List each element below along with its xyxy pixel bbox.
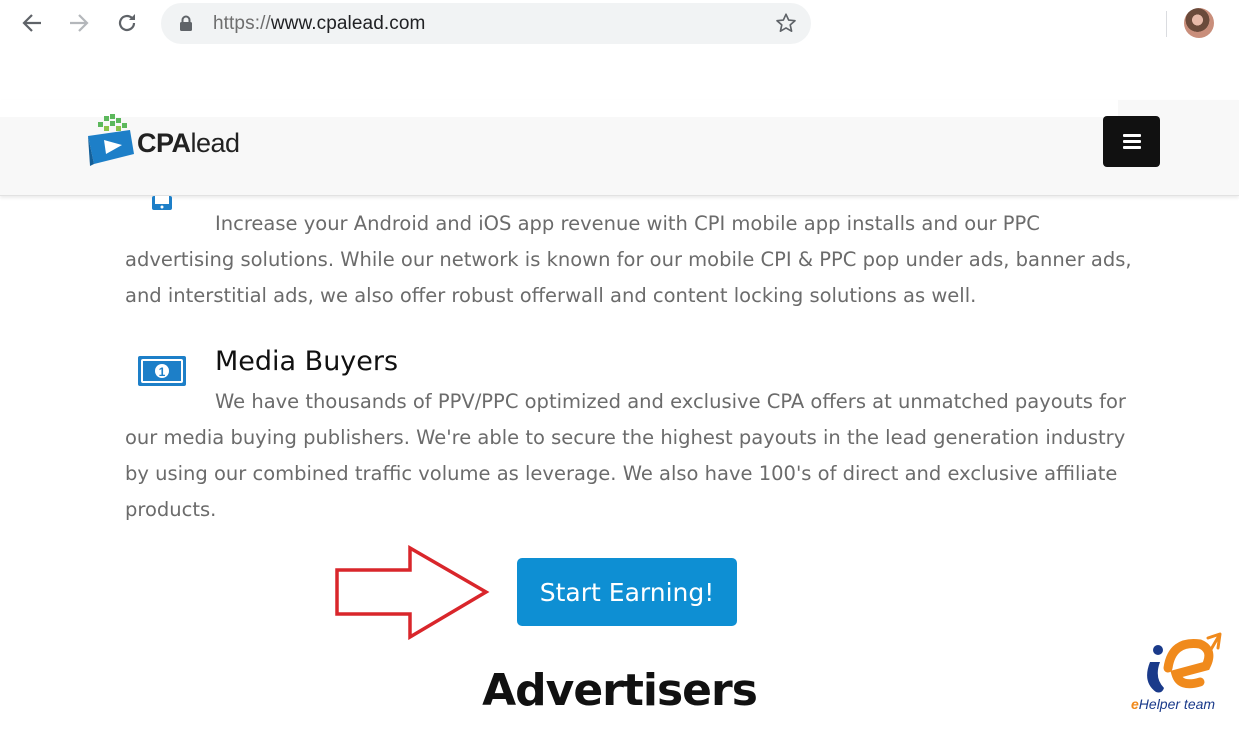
advertisers-heading: Advertisers	[482, 665, 758, 716]
start-earning-button[interactable]: Start Earning!	[517, 558, 737, 626]
money-bill-icon: 1	[138, 356, 186, 386]
media-buyers-description: We have thousands of PPV/PPC optimized a…	[125, 390, 1126, 521]
cpalead-logo[interactable]: CPAlead	[86, 114, 246, 170]
address-bar[interactable]: https://www.cpalead.com	[161, 3, 811, 44]
star-icon[interactable]	[775, 12, 797, 38]
hamburger-icon[interactable]	[1103, 116, 1160, 167]
site-header: CPAlead	[0, 100, 1239, 196]
red-arrow-annotation	[335, 545, 490, 640]
logo-mark-icon	[88, 114, 134, 166]
browser-toolbar: https://www.cpalead.com	[0, 0, 1239, 48]
media-buyers-title: Media Buyers	[215, 346, 399, 377]
svg-text:1: 1	[159, 365, 166, 379]
toolbar-divider	[1166, 11, 1167, 37]
avatar[interactable]	[1184, 8, 1214, 38]
forward-arrow-icon[interactable]	[64, 8, 94, 38]
url-text: https://www.cpalead.com	[213, 13, 426, 34]
back-arrow-icon[interactable]	[17, 8, 47, 38]
logo-text: CPAlead	[137, 128, 240, 158]
reload-icon[interactable]	[112, 8, 142, 38]
lock-icon	[179, 15, 193, 36]
mobile-description: Increase your Android and iOS app revenu…	[125, 212, 1132, 307]
ehelper-watermark-text: eHelper team	[1131, 696, 1216, 712]
